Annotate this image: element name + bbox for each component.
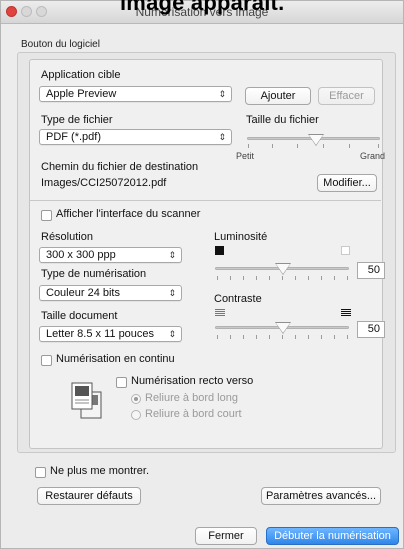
resolution-label: Résolution xyxy=(41,231,93,243)
select-arrows-icon: ⇕ xyxy=(218,132,226,142)
scan-type-select[interactable]: Couleur 24 bits ⇕ xyxy=(39,285,182,301)
continuous-scan-label: Numérisation en continu xyxy=(56,353,175,365)
close-button[interactable]: Fermer xyxy=(195,527,257,545)
select-arrows-icon: ⇕ xyxy=(168,329,176,339)
destination-label: Chemin du fichier de destination xyxy=(41,161,199,173)
long-edge-radio[interactable] xyxy=(131,394,141,404)
duplex-scan-checkbox[interactable] xyxy=(116,377,127,388)
contrast-high-icon xyxy=(341,309,351,317)
scan-type-value: Couleur 24 bits xyxy=(46,287,120,299)
file-type-label: Type de fichier xyxy=(41,114,113,126)
group-label: Bouton du logiciel xyxy=(21,39,100,50)
advanced-settings-button[interactable]: Paramètres avancés... xyxy=(261,487,381,505)
file-type-value: PDF (*.pdf) xyxy=(46,131,102,143)
select-arrows-icon: ⇕ xyxy=(218,89,226,99)
page-heading-fragment: image apparaît. xyxy=(120,0,285,15)
divider xyxy=(29,200,381,201)
show-scanner-interface-label: Afficher l'interface du scanner xyxy=(56,208,201,220)
short-edge-label: Reliure à bord court xyxy=(145,408,242,420)
scan-type-label: Type de numérisation xyxy=(41,268,147,280)
file-size-min-label: Petit xyxy=(236,151,255,161)
target-app-value: Apple Preview xyxy=(46,88,117,100)
file-size-label: Taille du fichier xyxy=(246,114,319,126)
duplex-pages-icon xyxy=(71,382,103,420)
file-size-max-label: Grand xyxy=(360,151,386,161)
add-app-button[interactable]: Ajouter xyxy=(245,87,311,105)
contrast-label: Contraste xyxy=(214,293,262,305)
continuous-scan-checkbox[interactable] xyxy=(41,355,52,366)
dont-show-again-label: Ne plus me montrer. xyxy=(50,465,150,477)
target-app-label: Application cible xyxy=(41,69,121,81)
contrast-low-icon xyxy=(215,309,225,317)
select-arrows-icon: ⇕ xyxy=(168,288,176,298)
document-size-label: Taille document xyxy=(41,310,118,322)
destination-path: Images/CCI25072012.pdf xyxy=(41,177,167,189)
select-arrows-icon: ⇕ xyxy=(168,250,176,260)
scan-to-image-window: Numérisation vers image Bouton du logici… xyxy=(0,0,404,549)
start-scan-button[interactable]: Débuter la numérisation xyxy=(266,527,399,545)
restore-defaults-button[interactable]: Restaurer défauts xyxy=(37,487,141,505)
show-scanner-interface-checkbox[interactable] xyxy=(41,210,52,221)
brightness-light-icon xyxy=(341,246,350,255)
document-size-select[interactable]: Letter 8.5 x 11 pouces ⇕ xyxy=(39,326,182,342)
delete-app-button[interactable]: Effacer xyxy=(318,87,375,105)
file-type-select[interactable]: PDF (*.pdf) ⇕ xyxy=(39,129,232,145)
short-edge-radio[interactable] xyxy=(131,410,141,420)
brightness-dark-icon xyxy=(215,246,224,255)
brightness-label: Luminosité xyxy=(214,231,268,243)
dont-show-again-checkbox[interactable] xyxy=(35,467,46,478)
document-size-value: Letter 8.5 x 11 pouces xyxy=(46,328,155,340)
brightness-value-field[interactable]: 50 xyxy=(357,262,385,279)
contrast-value-field[interactable]: 50 xyxy=(357,321,385,338)
resolution-select[interactable]: 300 x 300 ppp ⇕ xyxy=(39,247,182,263)
resolution-value: 300 x 300 ppp xyxy=(46,249,116,261)
duplex-scan-label: Numérisation recto verso xyxy=(131,375,254,387)
target-app-select[interactable]: Apple Preview ⇕ xyxy=(39,86,232,102)
long-edge-label: Reliure à bord long xyxy=(145,392,238,404)
modify-path-button[interactable]: Modifier... xyxy=(317,174,377,192)
